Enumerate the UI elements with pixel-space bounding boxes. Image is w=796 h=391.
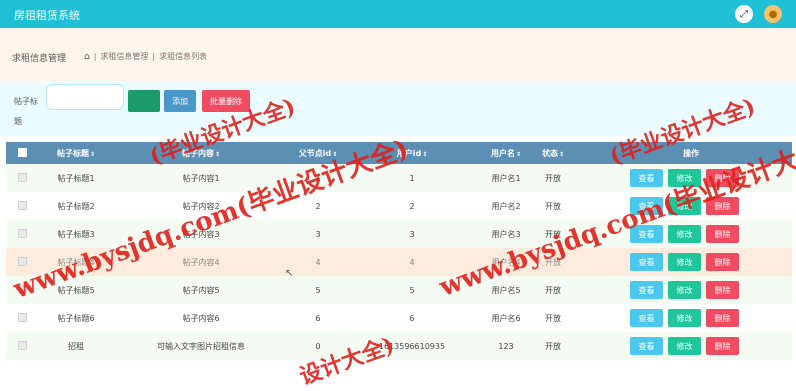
cell-content: 可输入文字图片招租信息 xyxy=(157,341,245,351)
search-label: 帖子标题 xyxy=(14,97,38,126)
cell-status: 开放 xyxy=(545,201,561,211)
breadcrumb-item[interactable]: 求租信息管理 xyxy=(100,51,148,62)
edit-button[interactable]: 修改 xyxy=(668,253,701,271)
mouse-cursor-icon: ↖ xyxy=(285,268,294,279)
view-button[interactable]: 查看 xyxy=(630,253,663,271)
top-bar: 房租租赁系统 ⤢ ● xyxy=(0,0,796,28)
cell-status: 开放 xyxy=(545,313,561,323)
table-row[interactable]: 帖子标题6 帖子内容6 6 6 用户名6 开放 查看 修改 删除 xyxy=(6,304,792,332)
view-button[interactable]: 查看 xyxy=(630,169,663,187)
cell-user-id: 2 xyxy=(409,201,415,211)
header-title[interactable]: 帖子标题⇕ xyxy=(46,148,106,159)
sort-icon: ⇕ xyxy=(422,150,428,158)
search-button[interactable] xyxy=(128,90,160,112)
cell-title: 帖子标题1 xyxy=(57,173,95,183)
row-checkbox[interactable] xyxy=(17,228,27,238)
select-all-checkbox[interactable] xyxy=(17,147,27,157)
row-actions: 查看 修改 删除 xyxy=(630,337,739,355)
row-actions: 查看 修改 删除 xyxy=(630,309,739,327)
row-checkbox[interactable] xyxy=(17,200,27,210)
view-button[interactable]: 查看 xyxy=(630,309,663,327)
cell-parent-id: 4 xyxy=(315,257,321,267)
cell-username: 用户名1 xyxy=(491,173,521,183)
cell-status: 开放 xyxy=(545,285,561,295)
sort-icon: ⇕ xyxy=(558,150,565,158)
cell-parent-id: 3 xyxy=(315,229,321,239)
table-row[interactable]: 帖子标题5 帖子内容5 5 5 用户名5 开放 查看 修改 删除 xyxy=(6,276,792,304)
edit-button[interactable]: 修改 xyxy=(668,281,701,299)
cell-content: 帖子内容1 xyxy=(182,173,220,183)
edit-button[interactable]: 修改 xyxy=(668,225,701,243)
breadcrumb-item: 求租信息列表 xyxy=(159,52,208,61)
delete-button[interactable]: 删除 xyxy=(706,225,739,243)
cell-status: 开放 xyxy=(545,341,561,351)
breadcrumb: ⌂ | 求租信息管理 | 求租信息列表 xyxy=(84,51,208,62)
sort-icon: ⇕ xyxy=(515,150,522,158)
cell-user-id: 1 xyxy=(409,173,415,183)
row-actions: 查看 修改 删除 xyxy=(630,253,739,271)
cell-title: 招租 xyxy=(68,341,84,351)
user-avatar-icon[interactable]: ● xyxy=(764,5,782,23)
cell-user-id: 5 xyxy=(409,285,415,295)
cell-username: 用户名6 xyxy=(491,313,521,323)
delete-button[interactable]: 删除 xyxy=(706,253,739,271)
cell-username: 用户名2 xyxy=(491,201,521,211)
page-title: 求租信息管理 xyxy=(12,54,67,64)
breadcrumb-bar: 求租信息管理 ⌂ | 求租信息管理 | 求租信息列表 xyxy=(0,28,796,82)
expand-icon[interactable]: ⤢ xyxy=(735,5,753,23)
cell-username: 123 xyxy=(498,341,514,351)
row-checkbox[interactable] xyxy=(17,312,27,322)
sort-icon: ⇕ xyxy=(89,150,96,158)
cell-status: 开放 xyxy=(545,173,561,183)
cell-content: 帖子内容5 xyxy=(182,285,220,295)
row-checkbox[interactable] xyxy=(17,340,27,350)
cell-user-id: 3 xyxy=(409,229,415,239)
edit-button[interactable]: 修改 xyxy=(668,309,701,327)
cell-parent-id: 5 xyxy=(315,285,321,295)
header-username[interactable]: 用户名⇕ xyxy=(476,148,536,159)
cell-content: 帖子内容6 xyxy=(182,313,220,323)
cell-title: 帖子标题6 xyxy=(57,313,95,323)
app-title: 房租租赁系统 xyxy=(14,9,80,22)
cell-content: 帖子内容4 xyxy=(182,257,220,267)
row-checkbox[interactable] xyxy=(17,172,27,182)
cell-title: 帖子标题2 xyxy=(57,201,95,211)
cell-user-id: 6 xyxy=(409,313,415,323)
delete-button[interactable]: 删除 xyxy=(706,309,739,327)
delete-button[interactable]: 删除 xyxy=(706,337,739,355)
view-button[interactable]: 查看 xyxy=(630,281,663,299)
row-actions: 查看 修改 删除 xyxy=(630,281,739,299)
cell-user-id: 4 xyxy=(409,257,415,267)
cell-parent-id: 6 xyxy=(315,313,321,323)
home-icon[interactable]: ⌂ xyxy=(84,52,90,62)
view-button[interactable]: 查看 xyxy=(630,337,663,355)
edit-button[interactable]: 修改 xyxy=(668,337,701,355)
header-status[interactable]: 状态⇕ xyxy=(536,148,570,159)
table-row[interactable]: 招租 可输入文字图片招租信息 0 1613596610935 123 开放 查看 修改 删除 xyxy=(6,332,792,360)
sort-icon: ⇕ xyxy=(214,150,221,158)
delete-button[interactable]: 删除 xyxy=(706,281,739,299)
add-button[interactable]: 添加 xyxy=(164,90,196,112)
search-input[interactable] xyxy=(46,84,124,110)
